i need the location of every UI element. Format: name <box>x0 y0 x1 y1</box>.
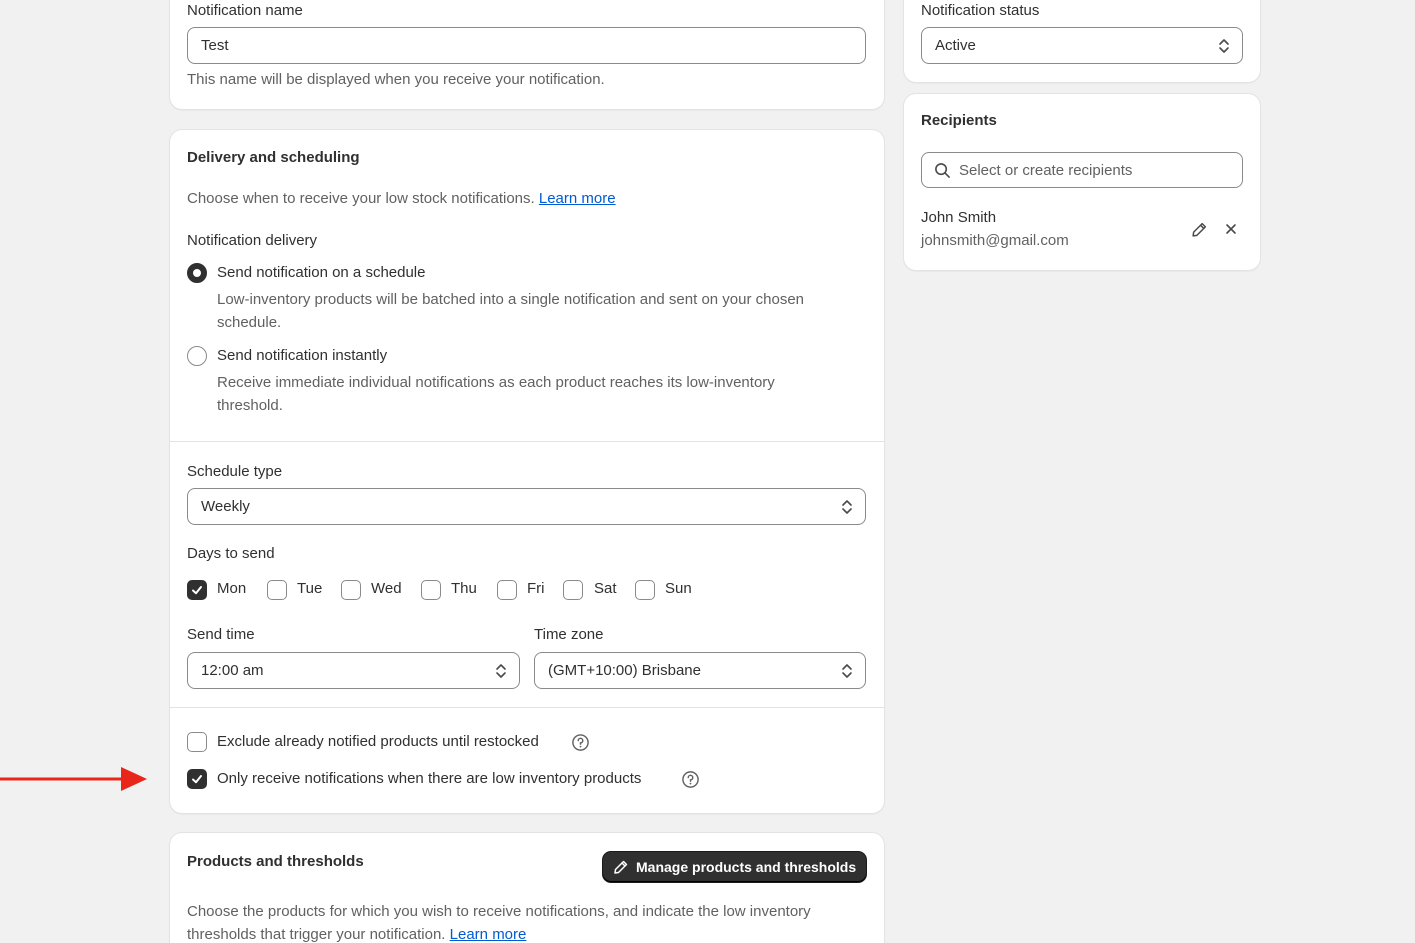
schedule-type-select[interactable]: Weekly <box>187 488 866 525</box>
radio-schedule-label[interactable]: Send notification on a schedule <box>217 264 425 281</box>
chevron-up-down-icon <box>1219 39 1229 53</box>
chevron-up-down-icon <box>842 664 852 678</box>
notification-name-value: Test <box>201 37 229 54</box>
products-desc-2: thresholds that trigger your notificatio… <box>187 923 526 943</box>
chevron-up-down-icon <box>496 664 506 678</box>
day-tue-label[interactable]: Tue <box>297 580 322 597</box>
notification-name-input[interactable]: Test <box>187 27 866 64</box>
search-icon <box>935 162 950 178</box>
delivery-heading: Delivery and scheduling <box>187 149 360 166</box>
checkmark-icon <box>192 775 202 784</box>
notification-name-label: Notification name <box>187 2 303 19</box>
products-thresholds-card: Products and thresholds Manage products … <box>170 833 884 943</box>
day-sat-checkbox[interactable] <box>563 580 583 600</box>
products-desc-2-text: thresholds that trigger your notificatio… <box>187 926 446 943</box>
radio-instant[interactable] <box>187 346 207 366</box>
close-icon[interactable] <box>1225 223 1237 235</box>
notification-status-card: Notification status Active <box>904 0 1260 82</box>
chevron-up-down-icon <box>842 500 852 514</box>
day-sun-label[interactable]: Sun <box>665 580 692 597</box>
day-fri-label[interactable]: Fri <box>527 580 545 597</box>
day-mon-checkbox[interactable] <box>187 580 207 600</box>
pencil-icon[interactable] <box>1191 221 1208 238</box>
delivery-scheduling-card: Delivery and scheduling Choose when to r… <box>170 130 884 813</box>
recipients-search-placeholder: Select or create recipients <box>959 161 1133 179</box>
recipient-email: johnsmith@gmail.com <box>921 232 1069 249</box>
day-sun-checkbox[interactable] <box>635 580 655 600</box>
question-circle-icon[interactable] <box>571 733 590 752</box>
schedule-type-value: Weekly <box>201 498 250 515</box>
products-learn-more-link[interactable]: Learn more <box>450 926 527 943</box>
notification-name-card: Notification name Test This name will be… <box>170 0 884 109</box>
day-fri-checkbox[interactable] <box>497 580 517 600</box>
recipients-search-input[interactable]: Select or create recipients <box>921 152 1243 188</box>
notification-name-help: This name will be displayed when you rec… <box>187 71 605 88</box>
recipient-name: John Smith <box>921 209 997 226</box>
send-time-select[interactable]: 12:00 am <box>187 652 520 689</box>
exclude-notified-checkbox[interactable] <box>187 732 207 752</box>
day-wed-label[interactable]: Wed <box>371 580 402 597</box>
manage-products-label: Manage products and thresholds <box>636 859 857 875</box>
products-heading: Products and thresholds <box>187 853 364 870</box>
days-to-send-label: Days to send <box>187 545 275 562</box>
day-tue-checkbox[interactable] <box>267 580 287 600</box>
manage-products-button[interactable]: Manage products and thresholds <box>603 852 866 882</box>
notification-status-value: Active <box>935 37 976 54</box>
day-mon-label[interactable]: Mon <box>217 580 246 597</box>
only-low-inventory-checkbox[interactable] <box>187 769 207 789</box>
radio-instant-label[interactable]: Send notification instantly <box>217 347 387 364</box>
pencil-icon <box>614 860 628 874</box>
radio-instant-desc-1: Receive immediate individual notificatio… <box>217 374 775 391</box>
divider <box>170 707 884 708</box>
delivery-intro: Choose when to receive your low stock no… <box>187 187 616 210</box>
divider <box>170 441 884 442</box>
checkmark-icon <box>192 586 202 595</box>
time-zone-select[interactable]: (GMT+10:00) Brisbane <box>534 652 866 689</box>
schedule-type-label: Schedule type <box>187 463 283 480</box>
radio-schedule-desc-1: Low-inventory products will be batched i… <box>217 291 805 308</box>
send-time-value: 12:00 am <box>201 662 264 679</box>
day-wed-checkbox[interactable] <box>341 580 361 600</box>
radio-instant-desc-2: threshold. <box>217 397 283 414</box>
delivery-intro-text: Choose when to receive your low stock no… <box>187 190 535 207</box>
time-zone-label: Time zone <box>534 626 604 643</box>
day-sat-label[interactable]: Sat <box>594 580 617 597</box>
delivery-learn-more-link[interactable]: Learn more <box>539 190 616 207</box>
day-thu-label[interactable]: Thu <box>451 580 477 597</box>
question-circle-icon[interactable] <box>681 770 700 789</box>
recipients-heading: Recipients <box>921 112 997 129</box>
notification-status-select[interactable]: Active <box>921 27 1243 64</box>
recipients-card: Recipients Select or create recipients J… <box>904 94 1260 270</box>
radio-schedule-desc-2: schedule. <box>217 314 282 331</box>
send-time-label: Send time <box>187 626 255 643</box>
notification-delivery-label: Notification delivery <box>187 232 318 249</box>
annotation-arrow-icon <box>0 767 147 791</box>
products-desc-1: Choose the products for which you wish t… <box>187 903 811 920</box>
day-thu-checkbox[interactable] <box>421 580 441 600</box>
notification-status-label: Notification status <box>921 2 1040 19</box>
only-low-inventory-label[interactable]: Only receive notifications when there ar… <box>217 770 641 787</box>
time-zone-value: (GMT+10:00) Brisbane <box>548 662 701 679</box>
exclude-notified-label[interactable]: Exclude already notified products until … <box>217 733 539 750</box>
radio-schedule[interactable] <box>187 263 207 283</box>
